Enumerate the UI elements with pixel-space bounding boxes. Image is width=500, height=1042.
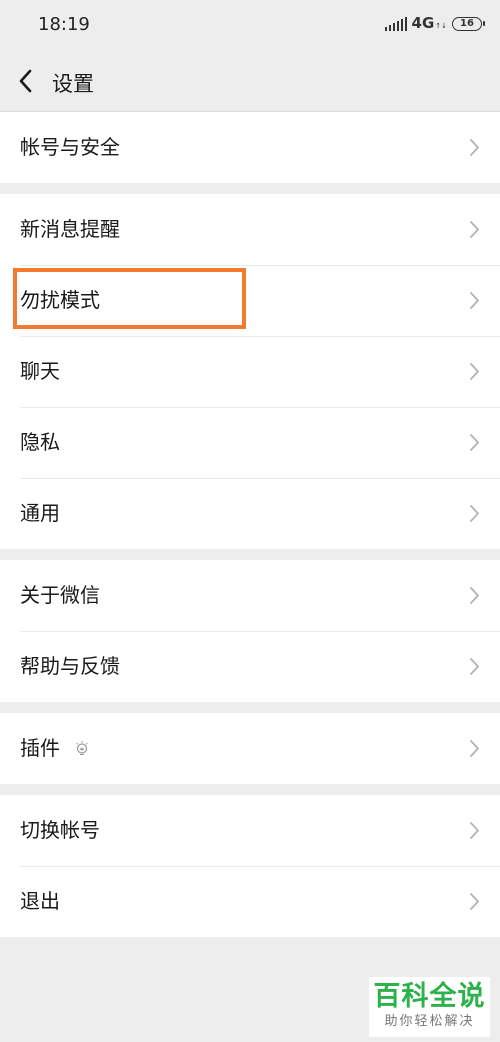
settings-item-chats[interactable]: 聊天 [0, 336, 500, 407]
bulb-icon [76, 741, 88, 756]
watermark-subtitle: 助你轻松解决 [384, 1014, 475, 1029]
chevron-right-icon [470, 658, 479, 675]
settings-item-general[interactable]: 通用 [0, 478, 500, 549]
settings-item-about-wechat[interactable]: 关于微信 [0, 560, 500, 631]
group-separator [0, 549, 500, 560]
status-bar: 18:19 4G ↑↓ 16 [0, 0, 500, 50]
network-label: 4G [411, 14, 435, 32]
navigation-bar: 设置 [0, 50, 500, 112]
settings-item-label: 退出 [20, 889, 60, 913]
watermark-logo: 百科全说 助你轻松解决 [369, 977, 490, 1037]
settings-group-general: 新消息提醒 勿扰模式 聊天 隐私 通用 [0, 194, 500, 549]
watermark-title: 百科全说 [373, 981, 486, 1012]
settings-item-label: 帐号与安全 [20, 135, 120, 159]
chevron-right-icon [470, 822, 479, 839]
network-activity-indicator: ↑↓ [435, 22, 447, 30]
chevron-right-icon [470, 587, 479, 604]
group-separator [0, 183, 500, 194]
settings-item-label: 帮助与反馈 [20, 654, 120, 678]
chevron-right-icon [470, 505, 479, 522]
chevron-right-icon [470, 434, 479, 451]
status-time: 18:19 [38, 14, 90, 35]
settings-item-plugins[interactable]: 插件 [0, 713, 500, 784]
signal-icon [384, 16, 407, 31]
settings-item-label: 关于微信 [20, 583, 100, 607]
settings-item-help-feedback[interactable]: 帮助与反馈 [0, 631, 500, 702]
settings-group-plugins: 插件 [0, 713, 500, 784]
settings-list: 帐号与安全 新消息提醒 勿扰模式 聊天 隐私 通用 关于微信 帮助与反馈 插件 … [0, 112, 500, 937]
settings-item-privacy[interactable]: 隐私 [0, 407, 500, 478]
status-indicators: 4G ↑↓ 16 [384, 14, 485, 32]
chevron-right-icon [470, 893, 479, 910]
battery-icon: 16 [452, 16, 485, 31]
group-separator [0, 702, 500, 713]
settings-item-label: 通用 [20, 501, 60, 525]
chevron-left-icon[interactable] [16, 67, 36, 95]
settings-item-label: 勿扰模式 [20, 288, 100, 312]
settings-item-new-message-alerts[interactable]: 新消息提醒 [0, 194, 500, 265]
settings-item-switch-account[interactable]: 切换帐号 [0, 795, 500, 866]
group-separator [0, 784, 500, 795]
chevron-right-icon [470, 139, 479, 156]
chevron-right-icon [470, 363, 479, 380]
page-title: 设置 [52, 72, 94, 96]
settings-item-do-not-disturb[interactable]: 勿扰模式 [0, 265, 500, 336]
chevron-right-icon [470, 221, 479, 238]
settings-group-session: 切换帐号 退出 [0, 795, 500, 937]
settings-item-log-out[interactable]: 退出 [0, 866, 500, 937]
settings-item-label: 插件 [20, 736, 60, 760]
settings-item-label: 切换帐号 [20, 818, 100, 842]
chevron-right-icon [470, 740, 479, 757]
chevron-right-icon [470, 292, 479, 309]
settings-item-label: 隐私 [20, 430, 60, 454]
settings-group-account: 帐号与安全 [0, 112, 500, 183]
settings-item-label: 新消息提醒 [20, 217, 120, 241]
battery-level: 16 [460, 18, 474, 29]
settings-item-account-security[interactable]: 帐号与安全 [0, 112, 500, 183]
settings-item-label: 聊天 [20, 359, 60, 383]
settings-group-about: 关于微信 帮助与反馈 [0, 560, 500, 702]
